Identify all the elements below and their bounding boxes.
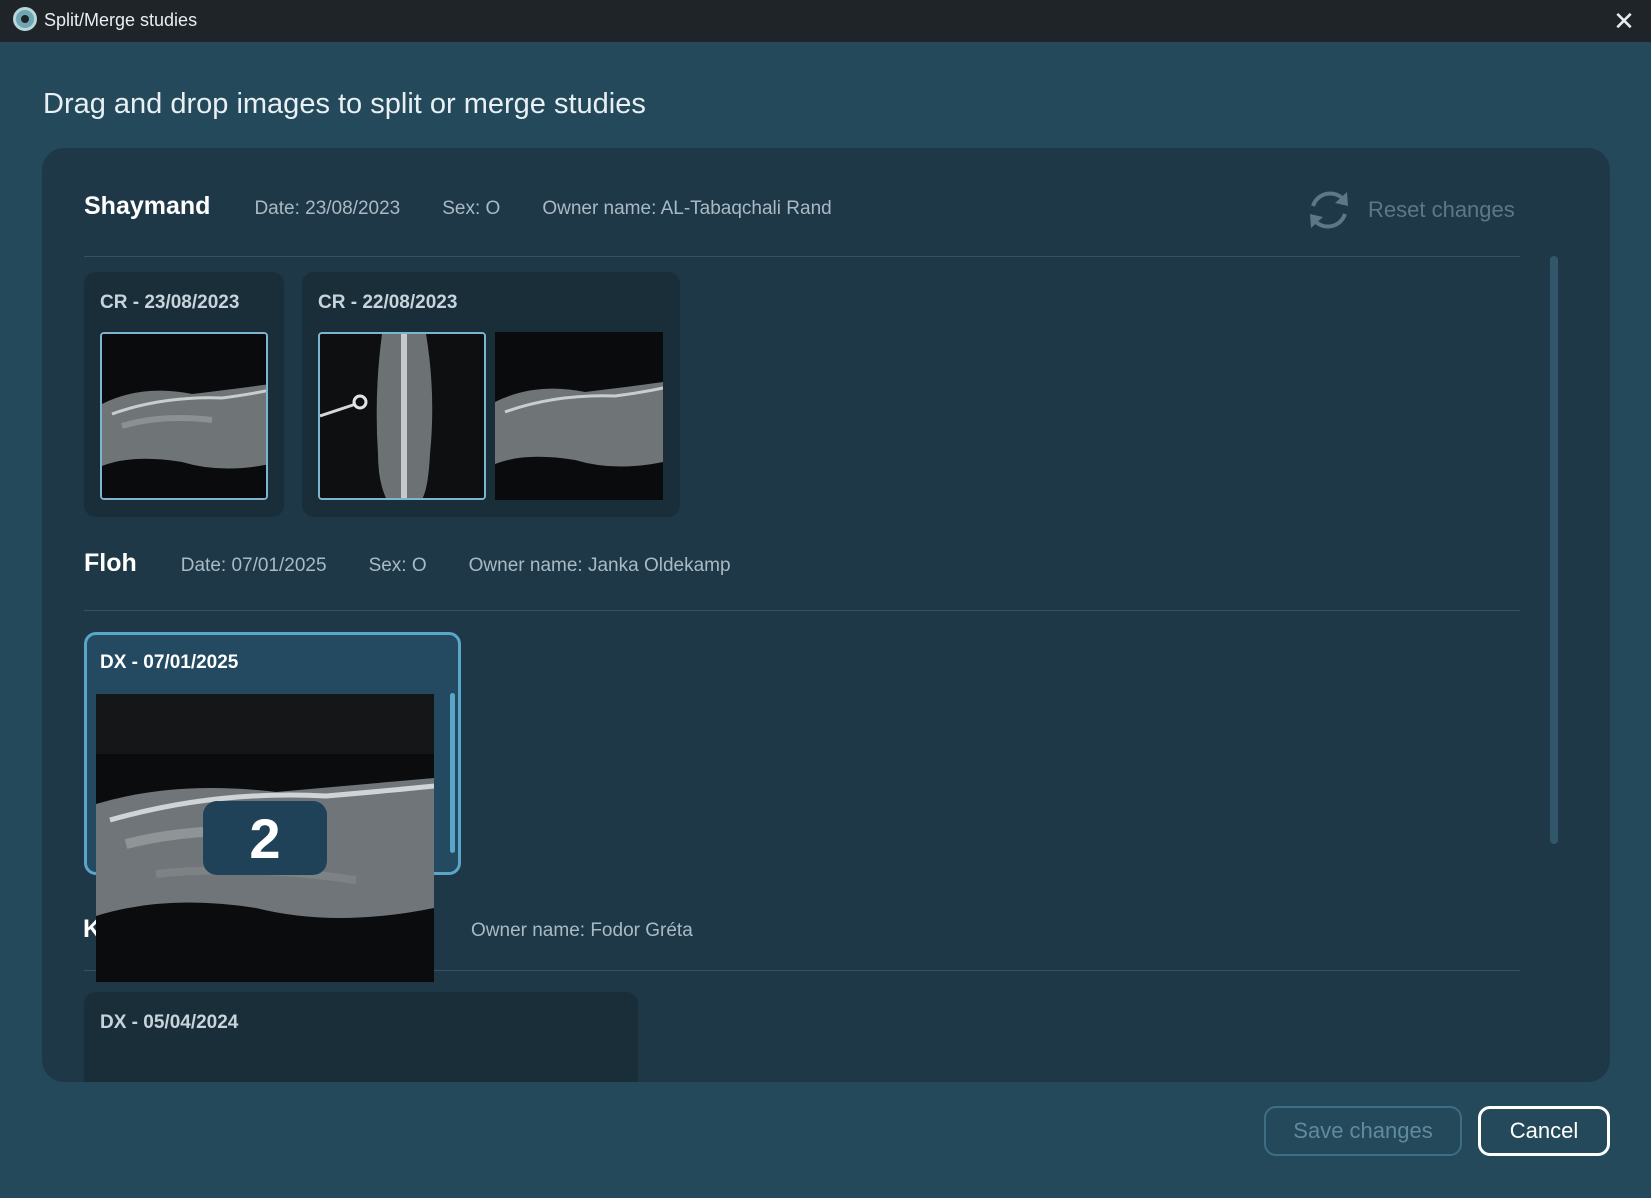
xray-thumbnail[interactable]	[495, 332, 663, 500]
study-title: CR - 22/08/2023	[318, 292, 458, 313]
window-titlebar: Split/Merge studies ✕	[0, 0, 1651, 42]
patient-owner: Owner name: Janka Oldekamp	[468, 555, 731, 576]
window-title: Split/Merge studies	[44, 10, 198, 30]
patient-sex: Sex: O	[368, 555, 427, 576]
save-changes-button[interactable]: Save changes	[1264, 1106, 1462, 1156]
divider	[84, 256, 1520, 257]
patient-name: Floh	[84, 549, 137, 577]
study-title: DX - 07/01/2025	[100, 652, 239, 673]
refresh-icon	[1310, 191, 1348, 229]
xray-thumbnail[interactable]	[318, 332, 486, 500]
study-title: DX - 05/04/2024	[100, 1012, 239, 1033]
study-title: CR - 23/08/2023	[100, 292, 240, 313]
patient-date: Date: 07/01/2025	[180, 555, 327, 576]
divider	[84, 610, 1520, 611]
patient-date: Date: 23/08/2023	[254, 198, 401, 219]
app-logo-icon	[13, 7, 37, 31]
reset-changes-label: Reset changes	[1368, 197, 1515, 222]
study-scrollbar[interactable]	[450, 693, 455, 853]
page-heading: Drag and drop images to split or merge s…	[43, 88, 646, 120]
patient-owner: Owner name: AL-Tabaqchali Rand	[542, 198, 832, 219]
study-card[interactable]: CR - 22/08/2023	[302, 272, 680, 517]
cancel-button[interactable]: Cancel	[1478, 1106, 1610, 1156]
study-card[interactable]: CR - 23/08/2023	[84, 272, 284, 517]
panel-scrollbar[interactable]	[1550, 256, 1558, 844]
study-card[interactable]: DX - 05/04/2024	[84, 992, 638, 1082]
xray-thumbnail[interactable]	[100, 332, 268, 500]
patient-header-shaymand: Shaymand Date: 23/08/2023 Sex: O Owner n…	[84, 192, 874, 221]
reset-changes-button[interactable]: Reset changes	[1304, 186, 1515, 234]
patient-owner: Owner name: Fodor Gréta	[471, 920, 693, 941]
patient-name: Shaymand	[84, 192, 211, 220]
close-icon[interactable]: ✕	[1607, 4, 1641, 38]
drag-count-badge: 2	[203, 801, 327, 875]
patient-sex: Sex: O	[442, 198, 501, 219]
patient-header-floh: Floh Date: 07/01/2025 Sex: O Owner name:…	[84, 549, 773, 578]
